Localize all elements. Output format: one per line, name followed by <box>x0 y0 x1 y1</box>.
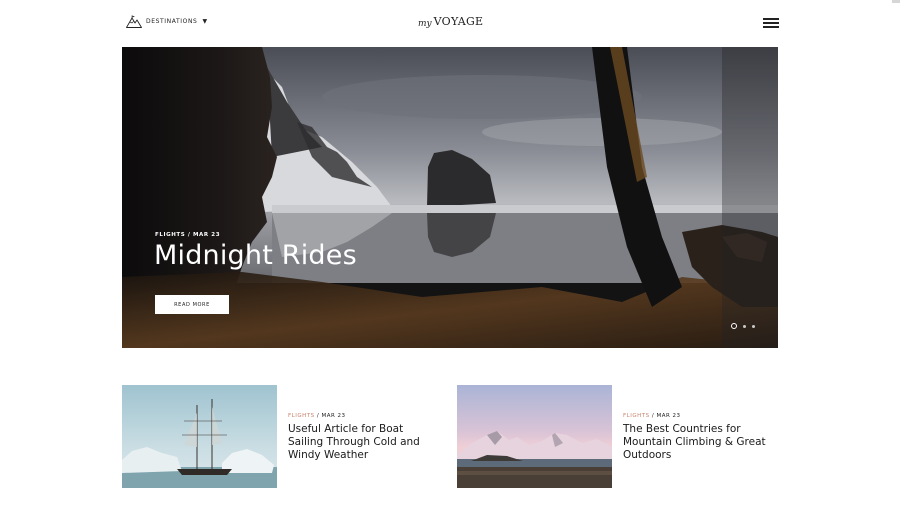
post-separator: / <box>651 413 655 419</box>
menu-line <box>763 18 779 20</box>
site-header: DESTINATIONS ▼ my VOYAGE <box>0 0 900 46</box>
post-date: MAR 23 <box>321 413 346 419</box>
hamburger-menu-icon[interactable] <box>763 18 779 28</box>
hero-meta: FLIGHTS / MAR 23 <box>155 232 220 238</box>
destinations-label: DESTINATIONS <box>146 18 198 25</box>
post-thumbnail-sailing-ship[interactable] <box>122 385 277 488</box>
scroll-indicator <box>892 0 900 3</box>
slider-dot-1[interactable] <box>731 323 737 329</box>
menu-line <box>763 22 779 24</box>
site-logo[interactable]: my VOYAGE <box>418 15 484 29</box>
post-date: MAR 23 <box>656 413 681 419</box>
post-card: FLIGHTS / MAR 23 The Best Countries for … <box>457 385 778 488</box>
read-more-button[interactable]: READ MORE <box>155 295 229 314</box>
hero-category[interactable]: FLIGHTS <box>155 232 185 238</box>
post-category[interactable]: FLIGHTS <box>288 413 315 419</box>
caret-down-icon: ▼ <box>202 18 208 25</box>
hero-slider: FLIGHTS / MAR 23 Midnight Rides READ MOR… <box>122 47 778 348</box>
hero-title[interactable]: Midnight Rides <box>154 240 357 271</box>
post-separator: / <box>316 413 320 419</box>
post-category[interactable]: FLIGHTS <box>623 413 650 419</box>
post-meta: FLIGHTS / MAR 23 <box>623 413 681 419</box>
post-thumbnail-mountains[interactable] <box>457 385 612 488</box>
post-title[interactable]: The Best Countries for Mountain Climbing… <box>623 423 775 462</box>
mountain-icon <box>126 15 142 28</box>
hero-date: MAR 23 <box>192 232 221 238</box>
destinations-dropdown[interactable]: DESTINATIONS ▼ <box>126 15 207 28</box>
slider-pagination <box>731 323 755 329</box>
hero-separator: / <box>187 232 191 238</box>
logo-name: VOYAGE <box>433 15 484 28</box>
menu-line <box>763 26 779 28</box>
logo-prefix: my <box>418 19 432 29</box>
post-card: FLIGHTS / MAR 23 Useful Article for Boat… <box>122 385 442 488</box>
post-title[interactable]: Useful Article for Boat Sailing Through … <box>288 423 440 462</box>
post-meta: FLIGHTS / MAR 23 <box>288 413 346 419</box>
slider-dot-3[interactable] <box>752 324 755 328</box>
slider-dot-2[interactable] <box>743 324 746 328</box>
